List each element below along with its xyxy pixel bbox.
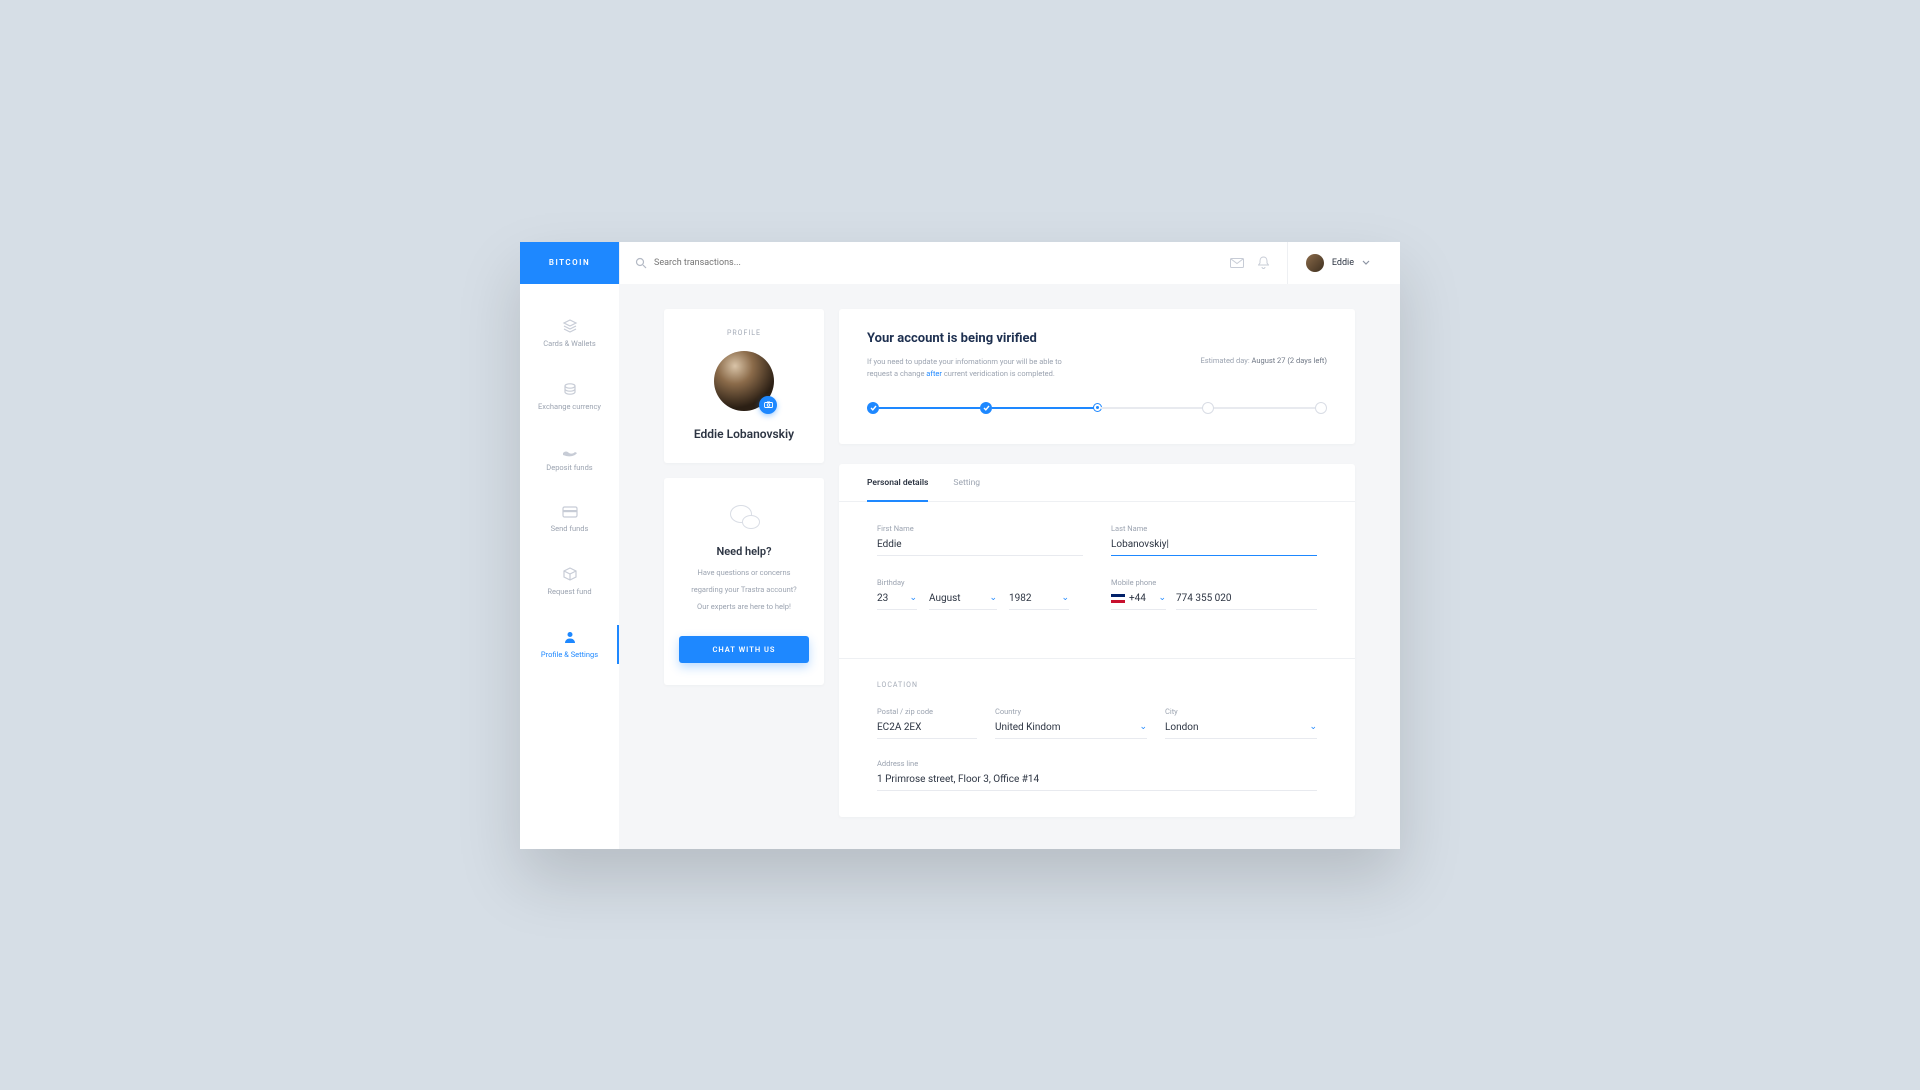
- step-1: [867, 402, 879, 414]
- person-icon: [563, 630, 577, 644]
- profile-name: Eddie Lobanovskiy: [679, 427, 809, 441]
- step-4: [1202, 402, 1214, 414]
- content: PROFILE Eddie Lobanovskiy Need help? Hav…: [619, 284, 1400, 849]
- phone-country-select[interactable]: +44 ⌄: [1111, 593, 1166, 610]
- nav-profile-settings[interactable]: Profile & Settings: [520, 620, 619, 669]
- hand-icon: [561, 445, 579, 457]
- help-text-3: Our experts are here to help!: [679, 601, 809, 612]
- profile-section-label: PROFILE: [679, 329, 809, 337]
- address-field[interactable]: Address line 1 Primrose street, Floor 3,…: [877, 759, 1317, 791]
- box-icon: [563, 567, 577, 581]
- tab-personal-details[interactable]: Personal details: [867, 478, 928, 502]
- sidebar: BITCOIN Cards & Wallets Exchange currenc…: [520, 242, 619, 849]
- first-name-field[interactable]: First Name Eddie: [877, 524, 1083, 556]
- topbar: Eddie: [619, 242, 1400, 284]
- progress-stepper: [867, 402, 1327, 414]
- brand-logo: BITCOIN: [520, 242, 619, 284]
- details-card: Personal details Setting First Name Eddi…: [839, 464, 1355, 817]
- location-title: LOCATION: [877, 681, 1317, 689]
- user-menu[interactable]: Eddie: [1287, 242, 1370, 284]
- help-title: Need help?: [679, 545, 809, 558]
- step-5: [1315, 402, 1327, 414]
- nav-send[interactable]: Send funds: [520, 496, 619, 543]
- main: Eddie PROFILE Eddie Lobanovskiy: [619, 242, 1400, 849]
- search-wrap: [635, 257, 1230, 269]
- verify-text: If you need to update your infomationm y…: [867, 356, 1077, 380]
- card-icon: [562, 506, 578, 518]
- chat-button[interactable]: CHAT WITH US: [679, 636, 809, 663]
- verify-link[interactable]: after: [926, 369, 942, 378]
- birthday-year-select[interactable]: 1982⌄: [1009, 593, 1069, 610]
- phone-group: Mobile phone +44 ⌄ 774 355 020: [1111, 578, 1317, 610]
- chevron-down-icon: [1362, 260, 1370, 265]
- col-right: Your account is being virified If you ne…: [839, 309, 1355, 824]
- location-section: LOCATION Postal / zip code EC2A 2EX Coun…: [839, 658, 1355, 817]
- nav-exchange[interactable]: Exchange currency: [520, 372, 619, 421]
- help-text-2: regarding your Trastra account?: [679, 584, 809, 595]
- postal-field[interactable]: Postal / zip code EC2A 2EX: [877, 707, 977, 739]
- mail-icon[interactable]: [1230, 258, 1244, 268]
- camera-icon: [764, 401, 773, 408]
- col-left: PROFILE Eddie Lobanovskiy Need help? Hav…: [664, 309, 824, 824]
- bell-icon[interactable]: [1258, 256, 1269, 269]
- nav-request[interactable]: Request fund: [520, 557, 619, 606]
- app-window: BITCOIN Cards & Wallets Exchange currenc…: [520, 242, 1400, 849]
- personal-section: First Name Eddie Last Name Lobanovskiy| …: [839, 502, 1355, 658]
- nav-cards-wallets[interactable]: Cards & Wallets: [520, 309, 619, 358]
- step-3: [1094, 404, 1101, 411]
- profile-card: PROFILE Eddie Lobanovskiy: [664, 309, 824, 463]
- birthday-month-select[interactable]: August⌄: [929, 593, 997, 610]
- search-input[interactable]: [654, 258, 854, 268]
- camera-button[interactable]: [759, 396, 777, 414]
- verify-title: Your account is being virified: [867, 331, 1327, 346]
- search-icon: [635, 257, 647, 269]
- stack-icon: [562, 319, 578, 333]
- phone-number-input[interactable]: 774 355 020: [1176, 593, 1317, 610]
- help-text-1: Have questions or concerns: [679, 567, 809, 578]
- tabs: Personal details Setting: [839, 464, 1355, 502]
- profile-avatar: [714, 351, 774, 411]
- country-select[interactable]: Country United Kindom⌄: [995, 707, 1147, 739]
- avatar: [1306, 254, 1324, 272]
- chat-bubbles-icon: [726, 503, 762, 531]
- nav: Cards & Wallets Exchange currency Deposi…: [520, 284, 619, 849]
- help-card: Need help? Have questions or concerns re…: [664, 478, 824, 686]
- verify-card: Your account is being virified If you ne…: [839, 309, 1355, 444]
- birthday-day-select[interactable]: 23⌄: [877, 593, 917, 610]
- uk-flag-icon: [1111, 594, 1125, 603]
- top-icons: [1230, 256, 1269, 269]
- user-name: Eddie: [1332, 258, 1354, 268]
- city-select[interactable]: City London⌄: [1165, 707, 1317, 739]
- coins-icon: [562, 382, 578, 396]
- step-2: [980, 402, 992, 414]
- last-name-field[interactable]: Last Name Lobanovskiy|: [1111, 524, 1317, 556]
- estimated-day: Estimated day: August 27 (2 days left): [1200, 356, 1327, 380]
- tab-setting[interactable]: Setting: [953, 478, 980, 501]
- birthday-group: Birthday 23⌄ August⌄ 1982⌄: [877, 578, 1083, 610]
- nav-deposit[interactable]: Deposit funds: [520, 435, 619, 482]
